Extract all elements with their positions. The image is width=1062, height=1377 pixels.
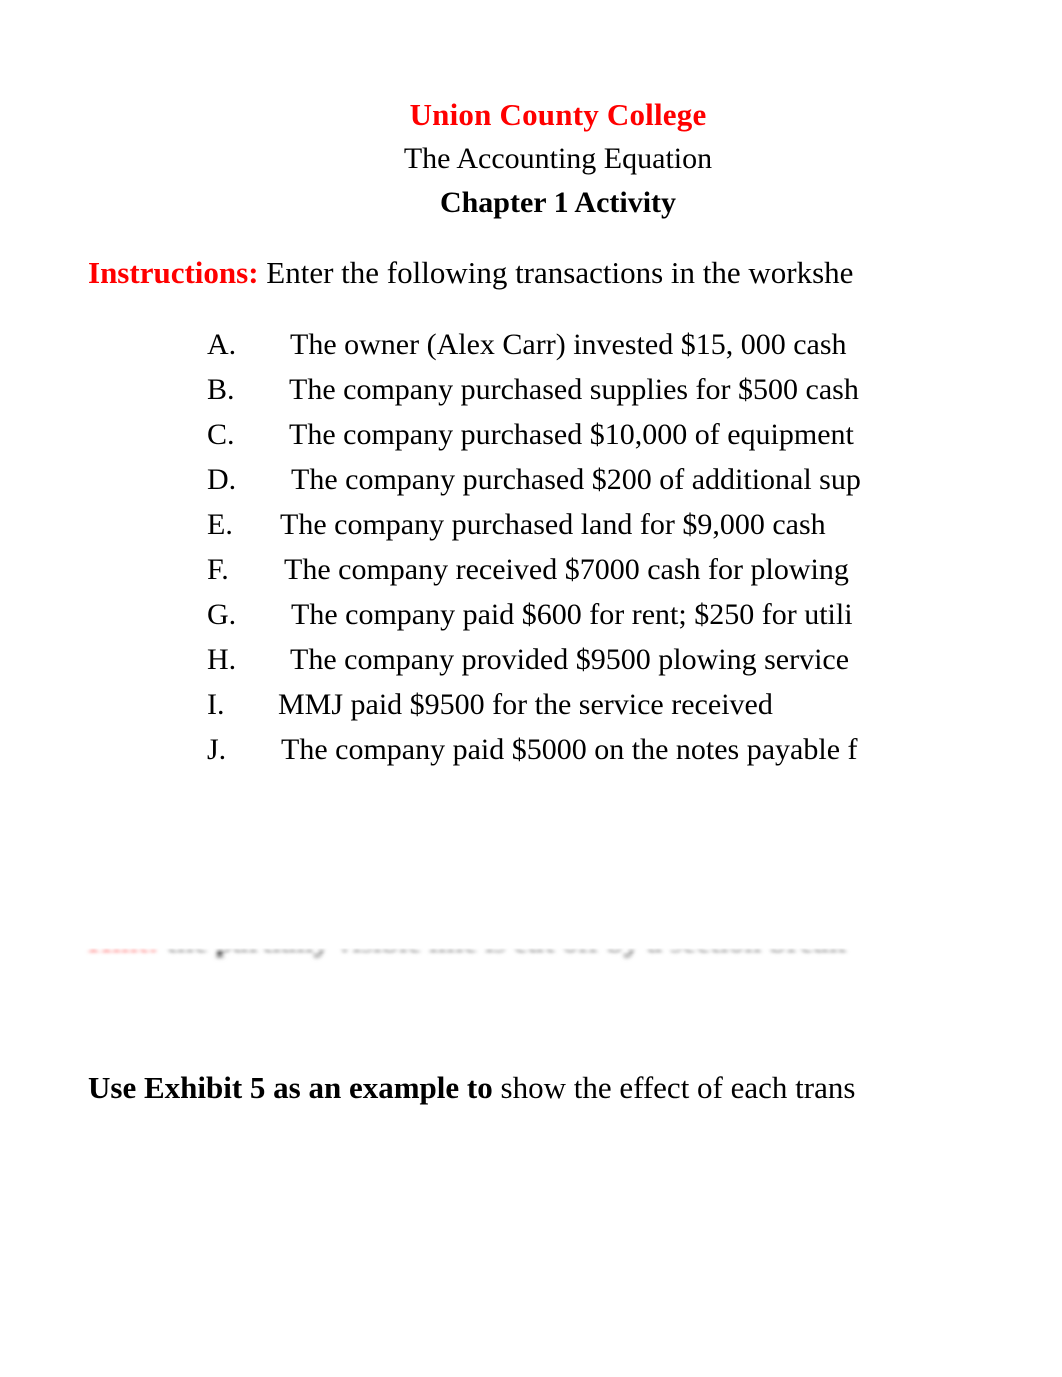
chapter-title: Chapter 1 Activity [439, 186, 677, 219]
list-item-text: MMJ paid $9500 for the service received [278, 688, 773, 721]
instructions-label: Instructions: [88, 255, 259, 290]
list-item-marker: F. [207, 553, 229, 586]
list-item-text: The company purchased $10,000 of equipme… [289, 418, 854, 451]
list-item-text: The company paid $5000 on the notes paya… [281, 733, 858, 766]
list-item-marker: C. [207, 418, 235, 451]
clipped-faded-text-row: Hint: the partially visible line is cut … [0, 936, 952, 982]
list-item: J. The company paid $5000 on the notes p… [0, 727, 952, 772]
list-item-text: The owner (Alex Carr) invested $15, 000 … [290, 328, 847, 361]
footer-rest-text: show the effect of each trans [492, 1070, 856, 1105]
document-header: Union County College The Accounting Equa… [0, 93, 952, 225]
clipped-text-label: Hint: [88, 936, 159, 958]
list-item-marker: I. [207, 688, 225, 721]
list-item: H. The company provided $9500 plowing se… [0, 637, 952, 682]
footer-strong-text: Use Exhibit 5 as an example to [88, 1070, 493, 1105]
list-item-text: The company purchased $200 of additional… [291, 463, 861, 496]
clipped-faded-text-inner: Hint: the partially visible line is cut … [88, 936, 952, 962]
list-item-text: The company purchased land for $9,000 ca… [280, 508, 826, 541]
list-item-marker: A. [207, 328, 237, 361]
list-item-text: The company purchased supplies for $500 … [289, 373, 859, 406]
list-item: B. The company purchased supplies for $5… [0, 367, 952, 412]
list-item-marker: E. [207, 508, 233, 541]
list-item-text: The company paid $600 for rent; $250 for… [291, 598, 853, 631]
list-item: I. MMJ paid $9500 for the service receiv… [0, 682, 952, 727]
list-item: D. The company purchased $200 of additio… [0, 457, 952, 502]
list-item: G. The company paid $600 for rent; $250 … [0, 592, 952, 637]
list-item-marker: G. [207, 598, 237, 631]
list-item: A. The owner (Alex Carr) invested $15, 0… [0, 322, 952, 367]
list-item-text: The company provided $9500 plowing servi… [290, 643, 850, 676]
list-item: F. The company received $7000 cash for p… [0, 547, 952, 592]
list-item: E. The company purchased land for $9,000… [0, 502, 952, 547]
institution-title: Union County College [409, 97, 707, 132]
list-item-text: The company received $7000 cash for plow… [284, 553, 849, 586]
list-item-marker: B. [207, 373, 235, 406]
document-page: Union County College The Accounting Equa… [0, 0, 1062, 1377]
footer-paragraph: Use Exhibit 5 as an example to show the … [88, 1067, 952, 1109]
transaction-list: A. The owner (Alex Carr) invested $15, 0… [0, 322, 952, 772]
page-text-clip-region: Union County College The Accounting Equa… [0, 0, 952, 1377]
instructions-text: Enter the following transactions in the … [258, 255, 854, 290]
instructions-paragraph: Instructions: Enter the following transa… [88, 252, 952, 294]
list-item-marker: H. [207, 643, 237, 676]
list-item: C. The company purchased $10,000 of equi… [0, 412, 952, 457]
clipped-text-body: the partially visible line is cut off by… [158, 936, 847, 958]
list-item-marker: D. [207, 463, 237, 496]
list-item-marker: J. [207, 733, 227, 766]
subject-title: The Accounting Equation [403, 142, 713, 175]
